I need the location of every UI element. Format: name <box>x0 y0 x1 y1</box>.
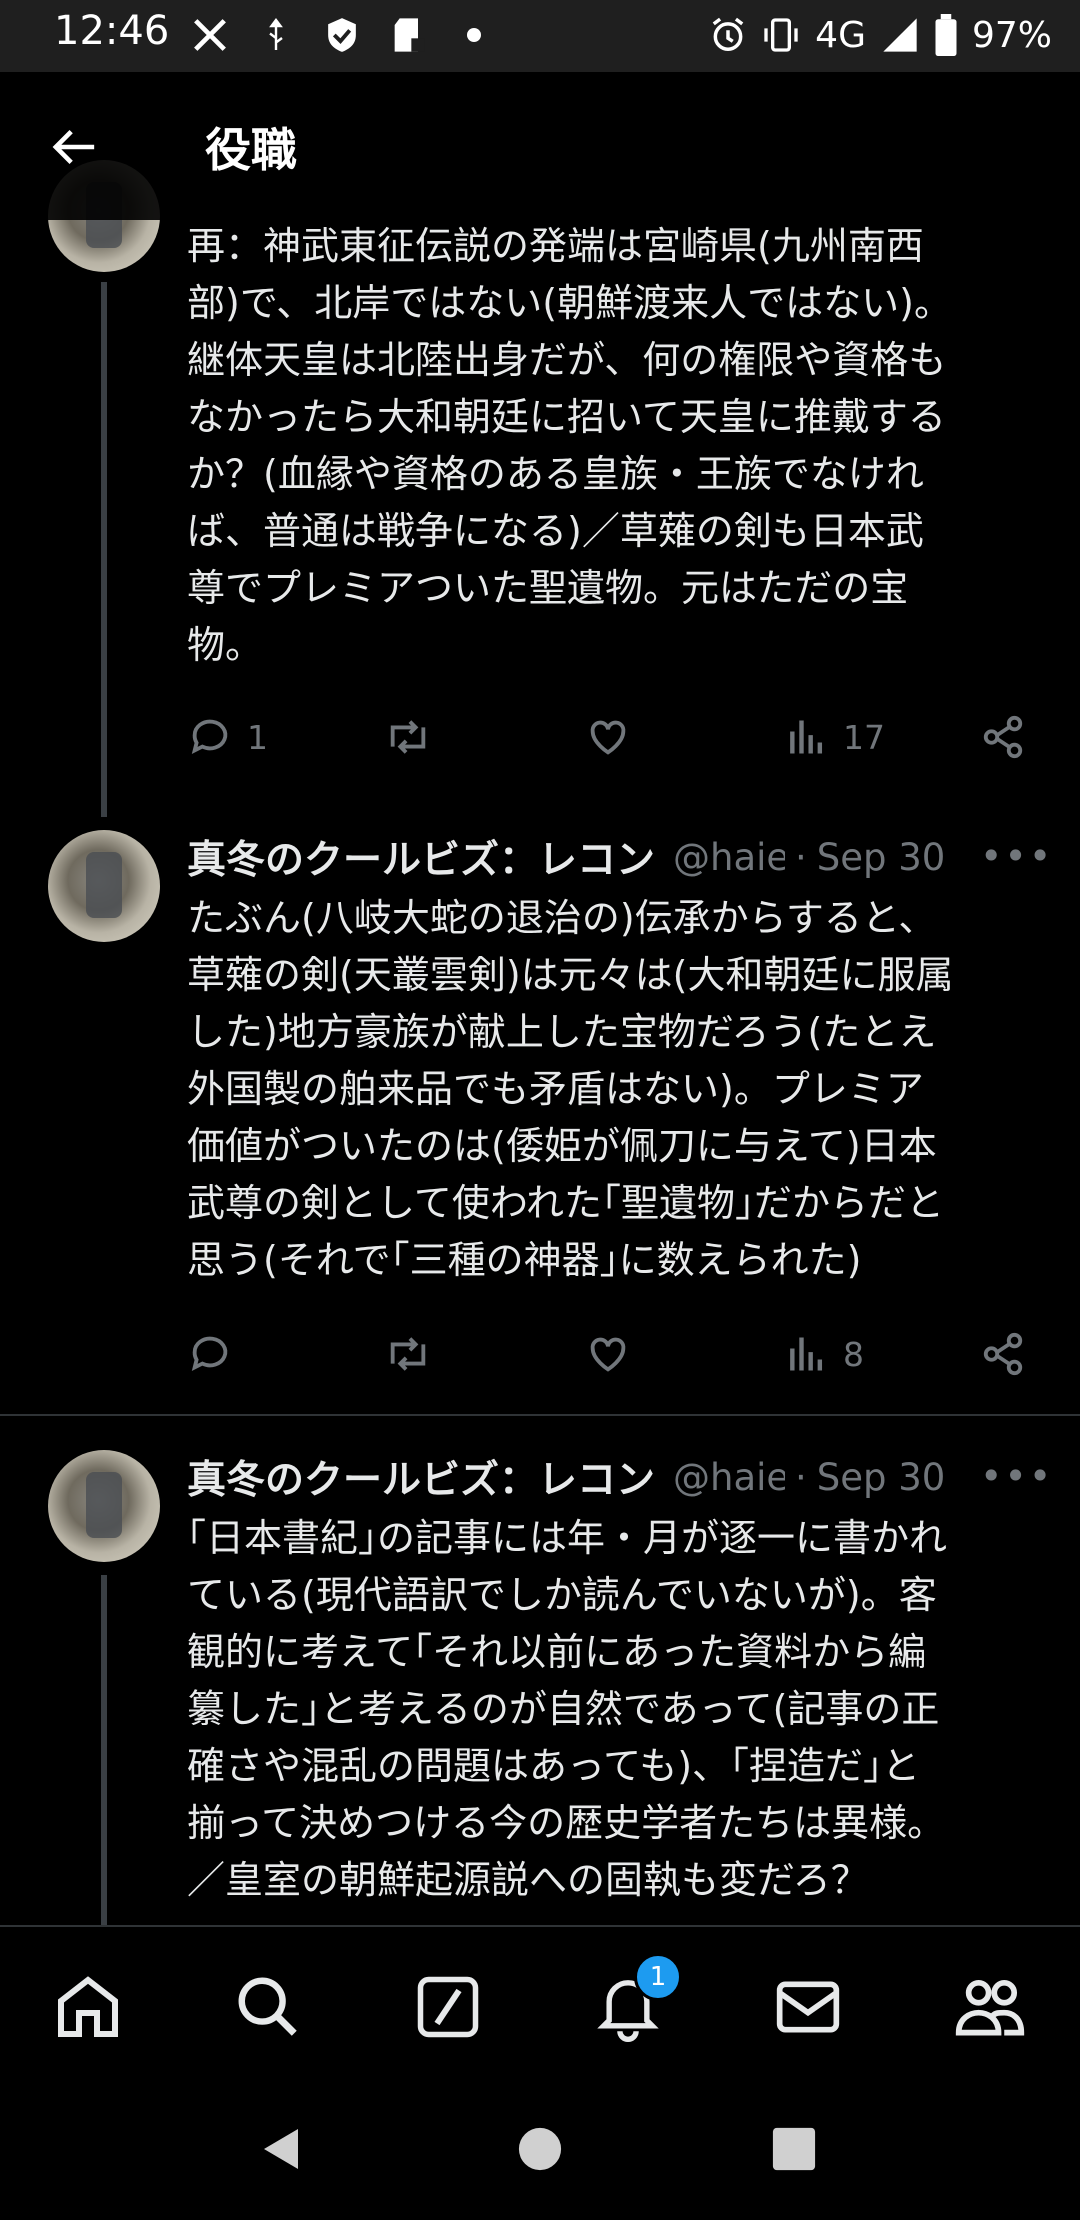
signal-icon <box>883 18 917 52</box>
x-logo-icon <box>190 15 230 55</box>
tweet-header: 真冬のクールビズ：レコン @haie · Sep 30 <box>187 1450 945 1504</box>
reply-icon <box>191 1336 228 1371</box>
home-icon <box>58 1976 118 2037</box>
author-handle[interactable]: @haie <box>673 1456 785 1499</box>
tweet-date[interactable]: Sep 30 <box>817 836 946 879</box>
vibrate-icon <box>764 18 798 52</box>
separator-dot: · <box>795 835 807 879</box>
view-count: 17 <box>843 717 885 757</box>
system-home-button[interactable] <box>510 2119 570 2179</box>
tweet-text: ｢日本書紀｣の記事には年・月が逐一に書かれ ている(現代語訳でしか読んでいないが… <box>187 1516 948 1902</box>
views-button[interactable]: 8 <box>785 1324 864 1384</box>
author-name[interactable]: 真冬のクールビズ：レコン <box>187 1449 665 1505</box>
nav-messages[interactable] <box>768 1967 848 2047</box>
notification-badge: 1 <box>634 1953 682 2001</box>
thread-line <box>101 1575 107 1925</box>
arrow-left-icon <box>52 130 95 164</box>
usb-icon <box>256 15 296 55</box>
top-app-bar: 役職 <box>0 72 1080 220</box>
reply-count: 1 <box>247 717 268 757</box>
repost-icon <box>390 1337 426 1371</box>
system-back-button[interactable] <box>252 2119 312 2179</box>
tweet-text: 再：神武東征伝説の発端は宮崎県(九州南西 部)で、北岸ではない(朝鮮渡来人ではな… <box>187 224 952 667</box>
system-recents-button[interactable] <box>764 2119 824 2179</box>
tweet-text: たぶん(八岐大蛇の退治の)伝承からすると、 草薙の剣(天叢雲剣)は元々は(大和朝… <box>187 896 954 1282</box>
home-circle-icon <box>518 2127 562 2171</box>
alarm-icon <box>712 17 744 51</box>
recents-square-icon <box>772 2127 816 2171</box>
more-options-icon[interactable]: ••• <box>980 1454 1053 1498</box>
share-button[interactable] <box>980 707 1026 767</box>
heart-icon <box>590 720 626 755</box>
views-button[interactable]: 17 <box>785 707 885 767</box>
communities-icon <box>955 1979 1025 2036</box>
bar-chart-icon <box>790 720 823 754</box>
back-button[interactable] <box>40 117 110 177</box>
nav-compose[interactable] <box>408 1967 488 2047</box>
battery-icon <box>935 14 957 56</box>
tweet-header: 真冬のクールビズ：レコン @haie · Sep 30 <box>187 830 945 884</box>
tweet-actions: 1 17 <box>0 707 1080 767</box>
dot-icon <box>454 15 494 55</box>
mail-icon <box>776 1981 840 2033</box>
nav-search[interactable] <box>228 1967 308 2047</box>
notification-icons <box>190 10 494 60</box>
reply-button[interactable]: 1 <box>187 707 268 767</box>
separator-dot: · <box>795 1455 807 1499</box>
like-button[interactable] <box>585 1324 645 1384</box>
like-button[interactable] <box>585 707 645 767</box>
search-icon <box>238 1977 297 2036</box>
system-status-icons: 4G 97% <box>709 8 1052 62</box>
repost-button[interactable] <box>383 1324 447 1384</box>
nav-home[interactable] <box>48 1967 128 2047</box>
shield-icon <box>322 15 362 55</box>
share-button[interactable] <box>980 1324 1026 1384</box>
repost-icon <box>390 720 426 754</box>
avatar[interactable] <box>48 830 160 942</box>
heart-icon <box>590 1337 626 1372</box>
avatar[interactable] <box>48 1450 160 1562</box>
tweet-date[interactable]: Sep 30 <box>817 1456 946 1499</box>
tweet-actions: 8 <box>0 1324 1080 1384</box>
author-name[interactable]: 真冬のクールビズ：レコン <box>187 829 665 885</box>
reply-button[interactable] <box>187 1324 247 1384</box>
system-navigation-bar <box>0 2077 1080 2220</box>
status-bar: 12:46 4G 97% <box>0 0 1080 72</box>
sdcard-icon <box>388 15 428 55</box>
reply-icon <box>191 719 228 754</box>
compose-icon <box>417 1976 479 2038</box>
divider <box>0 1414 1080 1416</box>
more-options-icon[interactable]: ••• <box>980 834 1053 878</box>
author-handle[interactable]: @haie <box>673 836 785 879</box>
network-type: 4G <box>815 14 866 56</box>
share-icon <box>983 715 1023 759</box>
nav-communities[interactable] <box>950 1967 1030 2047</box>
share-icon <box>983 1332 1023 1376</box>
clock: 12:46 <box>54 8 170 54</box>
bar-chart-icon <box>790 1337 823 1371</box>
battery-level: 97% <box>971 14 1052 56</box>
bottom-navigation: 1 <box>0 1925 1080 2077</box>
view-count: 8 <box>843 1334 864 1374</box>
page-title: 役職 <box>205 123 297 177</box>
back-triangle-icon <box>264 2129 298 2169</box>
repost-button[interactable] <box>383 707 447 767</box>
timeline-feed[interactable]: 再：神武東征伝説の発端は宮崎県(九州南西 部)で、北岸ではない(朝鮮渡来人ではな… <box>0 0 1080 1925</box>
